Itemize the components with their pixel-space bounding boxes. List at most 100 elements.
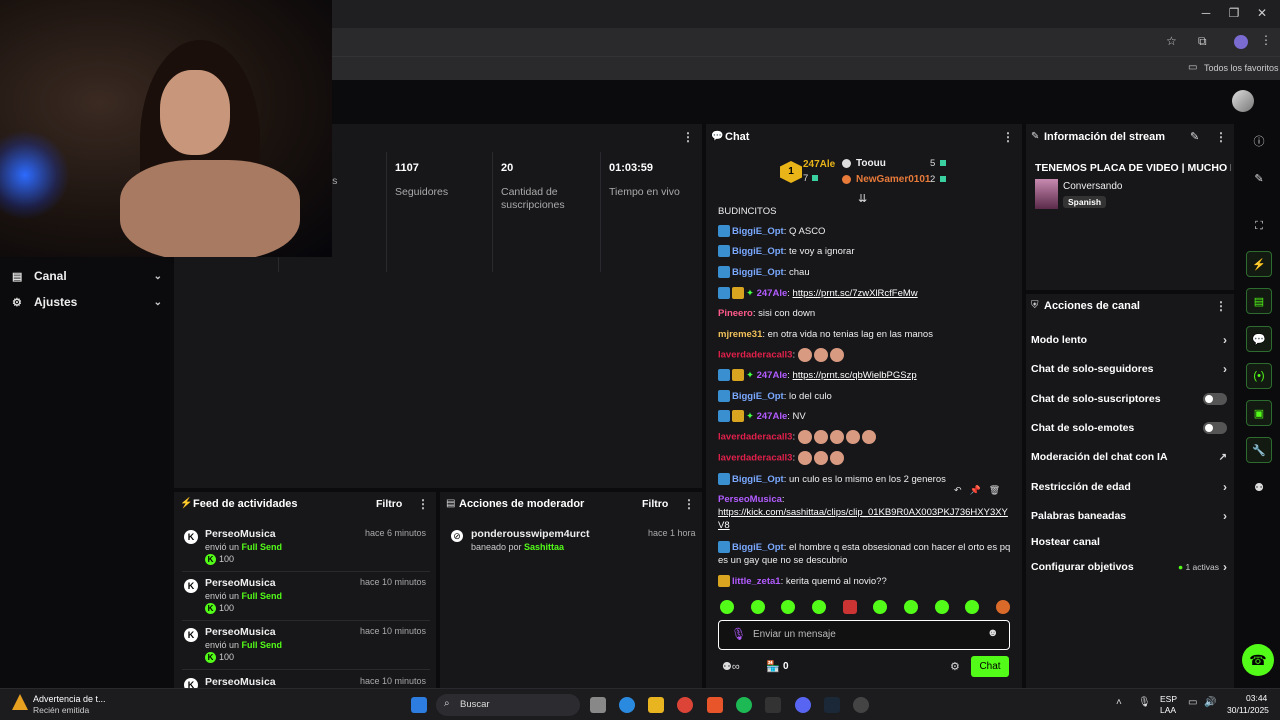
chat-username[interactable]: BiggiE_Opt	[732, 226, 784, 237]
kebab-icon[interactable]: ⋮	[683, 497, 695, 511]
action-modo-lento[interactable]: Modo lento ›	[1031, 330, 1227, 350]
toggle-switch[interactable]	[1203, 422, 1227, 434]
chat-username[interactable]: BiggiE_Opt	[732, 474, 784, 485]
action-solo-seguidores[interactable]: Chat de solo-seguidores ›	[1031, 359, 1227, 379]
emote-icon[interactable]	[873, 600, 888, 614]
gear-icon[interactable]: ⚙	[950, 660, 960, 673]
brave-icon[interactable]	[707, 697, 723, 713]
avatar[interactable]	[1232, 90, 1254, 112]
send-chat-button[interactable]: Chat	[971, 656, 1009, 677]
chat-username[interactable]: 247Ale	[757, 370, 788, 381]
lightning-icon[interactable]: ⚡	[1246, 251, 1272, 277]
clipboard-icon[interactable]: ▤	[1246, 288, 1272, 314]
action-solo-emotes[interactable]: Chat de solo-emotes	[1031, 418, 1227, 438]
windows-start-icon[interactable]	[411, 697, 427, 713]
emote-icon[interactable]	[720, 600, 734, 614]
minimize-icon[interactable]: ─	[1196, 6, 1216, 20]
broadcast-icon[interactable]: (•)	[1246, 363, 1272, 389]
nav-ajustes[interactable]: ⚙ Ajustes ⌄	[12, 291, 162, 313]
chat-link[interactable]: https://prnt.sc/7zwXlRcfFeMw	[793, 288, 918, 299]
chat-bubble-icon[interactable]: 💬	[1246, 326, 1272, 352]
feed-username[interactable]: PerseoMusica	[205, 626, 276, 638]
chat-username[interactable]: BiggiE_Opt	[732, 391, 784, 402]
kebab-icon[interactable]: ⋮	[417, 497, 429, 511]
edge-icon[interactable]	[619, 697, 635, 713]
action-solo-suscriptores[interactable]: Chat de solo-suscriptores	[1031, 389, 1227, 409]
fullscreen-icon[interactable]: ⛶	[1246, 213, 1272, 239]
spotify-icon[interactable]	[736, 697, 752, 713]
category-thumbnail[interactable]	[1035, 179, 1058, 209]
chat-username[interactable]: laverdaderacall3	[718, 350, 792, 361]
store-icon[interactable]: 🏪	[766, 660, 780, 673]
kebab-icon[interactable]: ⋮	[1002, 130, 1014, 144]
action-palabras-baneadas[interactable]: Palabras baneadas ›	[1031, 506, 1227, 526]
chat-username[interactable]: BiggiE_Opt	[732, 246, 784, 257]
chat-username[interactable]: BiggiE_Opt	[732, 267, 784, 278]
feed-username[interactable]: PerseoMusica	[205, 528, 276, 540]
feed-username[interactable]: PerseoMusica	[205, 676, 276, 688]
star-icon[interactable]: ☆	[1166, 34, 1177, 48]
edit-icon[interactable]: ✎	[1190, 130, 1199, 143]
kebab-icon[interactable]: ⋮	[1215, 130, 1227, 144]
emoji-icon[interactable]: ☻	[987, 627, 999, 639]
users-icon[interactable]: ⚉∞	[722, 660, 740, 673]
chevron-up-icon[interactable]: ˄	[1116, 697, 1122, 708]
microphone-icon[interactable]: 🎙	[1138, 697, 1151, 708]
chrome-icon[interactable]	[677, 697, 693, 713]
task-view-icon[interactable]	[590, 697, 606, 713]
chat-link[interactable]: https://kick.com/sashittaa/clips/clip_01…	[718, 507, 1008, 531]
file-explorer-icon[interactable]	[648, 697, 664, 713]
network-icon[interactable]: ▭	[1188, 697, 1197, 708]
emote-icon[interactable]	[842, 600, 857, 614]
kebab-icon[interactable]: ⋮	[1215, 299, 1227, 313]
top2-name[interactable]: Toouu	[856, 158, 886, 169]
filter-button[interactable]: Filtro	[642, 498, 668, 510]
epic-games-icon[interactable]	[765, 697, 781, 713]
notification-title[interactable]: Advertencia de t...	[33, 694, 106, 704]
action-hostear-canal[interactable]: Hostear canal	[1031, 532, 1227, 552]
taskbar-search[interactable]: ⌕ Buscar	[436, 694, 580, 716]
toggle-switch[interactable]	[1203, 393, 1227, 405]
action-moderacion-ia[interactable]: Moderación del chat con IA ↗	[1031, 447, 1227, 467]
info-icon[interactable]: ⓘ	[1246, 128, 1272, 154]
chat-username[interactable]: little_zeta1	[732, 576, 781, 587]
nav-canal[interactable]: ▤ Canal ⌄	[12, 265, 162, 287]
volume-icon[interactable]: 🔊	[1204, 697, 1216, 708]
emote-icon[interactable]	[965, 600, 980, 614]
language-code[interactable]: ESP	[1160, 694, 1177, 704]
emote-icon[interactable]	[781, 600, 796, 614]
chat-username[interactable]: BUDINCITOS	[718, 206, 776, 217]
clock-time[interactable]: 03:44	[1246, 693, 1267, 703]
banned-username[interactable]: ponderousswipem4urct	[471, 528, 589, 540]
microphone-icon[interactable]: 🎙	[731, 627, 746, 641]
chat-username[interactable]: Pineero	[718, 308, 753, 319]
all-bookmarks-link[interactable]: Todos los favoritos	[1204, 63, 1279, 73]
chat-input-placeholder[interactable]: Enviar un mensaje	[753, 629, 836, 640]
chat-username[interactable]: 247Ale	[757, 288, 788, 299]
menu-icon[interactable]: ⋮	[1260, 33, 1272, 47]
emote-icon[interactable]	[750, 600, 765, 614]
users-icon[interactable]: ⚉	[1246, 474, 1272, 500]
obs-icon[interactable]	[853, 697, 869, 713]
clock-date[interactable]: 30/11/2025	[1227, 705, 1269, 715]
close-icon[interactable]: ✕	[1252, 6, 1272, 20]
pencil-icon[interactable]: ✎	[1246, 165, 1272, 191]
emote-icon[interactable]	[903, 600, 918, 614]
keyboard-layout[interactable]: LAA	[1160, 705, 1176, 715]
maximize-icon[interactable]: ❐	[1224, 6, 1244, 20]
emote-icon[interactable]	[934, 600, 949, 614]
action-restriccion-edad[interactable]: Restricción de edad ›	[1031, 477, 1227, 497]
top1-name[interactable]: 247Ale	[803, 159, 835, 170]
chat-username[interactable]: BiggiE_Opt	[732, 542, 784, 553]
category-name[interactable]: Conversando	[1063, 181, 1122, 192]
top3-name[interactable]: NewGamer0101	[856, 174, 931, 185]
action-configurar-objetivos[interactable]: Configurar objetivos ● 1 activas ›	[1031, 557, 1227, 577]
expand-icon[interactable]: ⇊	[858, 192, 867, 205]
moderator-name[interactable]: Sashittaa	[524, 542, 564, 552]
feed-username[interactable]: PerseoMusica	[205, 577, 276, 589]
steam-icon[interactable]	[824, 697, 840, 713]
chat-username[interactable]: laverdaderacall3	[718, 432, 792, 443]
emote-icon[interactable]	[995, 600, 1010, 614]
chat-username[interactable]: laverdaderacall3	[718, 453, 792, 464]
discord-icon[interactable]	[795, 697, 811, 713]
